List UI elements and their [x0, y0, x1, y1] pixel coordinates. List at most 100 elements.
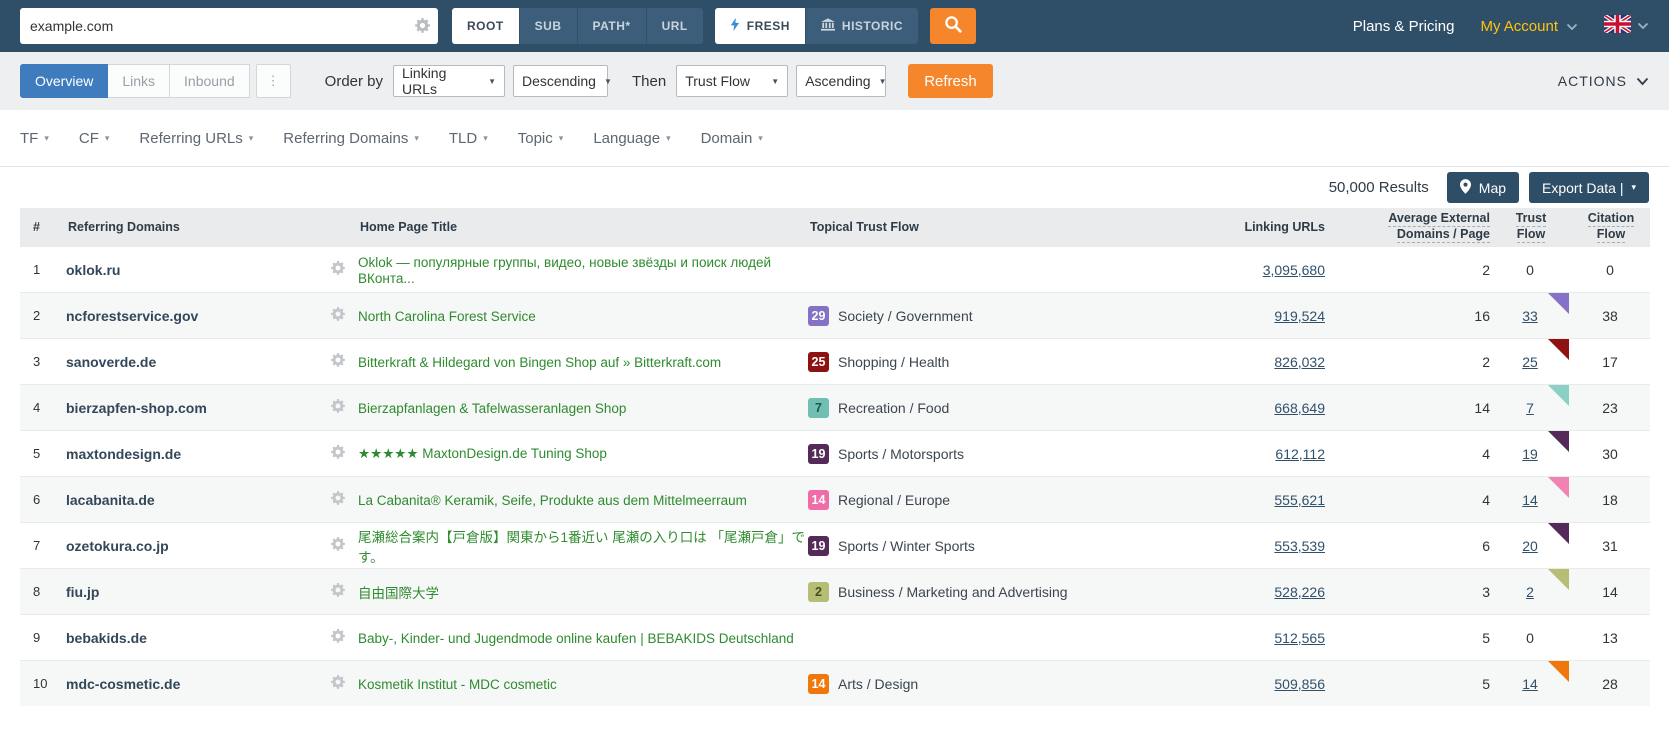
- referring-domain-link[interactable]: lacabanita.de: [66, 492, 155, 508]
- row-settings-gear-icon[interactable]: [318, 445, 358, 462]
- search-settings-icon[interactable]: [415, 18, 430, 38]
- linking-urls-link[interactable]: 826,032: [1274, 354, 1325, 370]
- uk-flag-icon: [1604, 15, 1631, 38]
- root-button[interactable]: ROOT: [452, 8, 519, 44]
- table-row: 1 oklok.ru Oklok — популярные группы, ви…: [20, 246, 1650, 292]
- referring-domain-link[interactable]: oklok.ru: [66, 262, 120, 278]
- row-settings-gear-icon[interactable]: [318, 307, 358, 324]
- my-account-link[interactable]: My Account: [1480, 18, 1578, 35]
- trust-flow-value[interactable]: 14: [1522, 676, 1538, 692]
- home-page-title-link[interactable]: Kosmetik Institut - MDC cosmetic: [358, 677, 557, 692]
- filter-topic[interactable]: Topic▾: [518, 130, 564, 147]
- search-button[interactable]: [930, 8, 976, 44]
- table-body: 1 oklok.ru Oklok — популярные группы, ви…: [20, 246, 1650, 706]
- refresh-button[interactable]: Refresh: [908, 64, 993, 98]
- referring-domain-link[interactable]: sanoverde.de: [66, 354, 156, 370]
- row-index: 3: [20, 354, 66, 369]
- order-direction-select[interactable]: Descending ▼: [513, 65, 608, 97]
- tabs-more-button[interactable]: ⋮: [256, 64, 291, 98]
- then-field-select[interactable]: Trust Flow ▼: [676, 65, 788, 97]
- referring-domain-link[interactable]: bierzapfen-shop.com: [66, 400, 207, 416]
- export-data-button[interactable]: Export Data | ▾: [1529, 172, 1649, 203]
- header-home-page-title: Home Page Title: [358, 220, 808, 234]
- linking-urls-link[interactable]: 3,095,680: [1263, 262, 1325, 278]
- trust-flow-value[interactable]: 20: [1522, 538, 1538, 554]
- linking-urls-link[interactable]: 612,112: [1275, 446, 1325, 462]
- path-button[interactable]: PATH*: [577, 8, 646, 44]
- trust-flow-value[interactable]: 33: [1522, 308, 1538, 324]
- filter-tf[interactable]: TF▾: [20, 130, 49, 147]
- filter-cf[interactable]: CF▾: [79, 130, 110, 147]
- trust-flow-value[interactable]: 7: [1526, 400, 1534, 416]
- tab-overview[interactable]: Overview: [20, 64, 108, 98]
- header-line: Flow: [1517, 227, 1545, 243]
- search-box: [20, 8, 438, 44]
- filter-referring-urls[interactable]: Referring URLs▾: [139, 130, 253, 147]
- avg-external-value: 3: [1325, 584, 1490, 600]
- linking-urls-link[interactable]: 553,539: [1274, 538, 1325, 554]
- trust-flow-value[interactable]: 14: [1522, 492, 1538, 508]
- referring-domain-link[interactable]: maxtondesign.de: [66, 446, 181, 462]
- home-page-title-link[interactable]: Bierzapfanlagen & Tafelwasseranlagen Sho…: [358, 401, 626, 416]
- tab-links[interactable]: Links: [108, 64, 170, 98]
- home-page-title-link[interactable]: ★★★★★ MaxtonDesign.de Tuning Shop: [358, 446, 607, 461]
- home-page-title-link[interactable]: La Cabanita® Keramik, Seife, Produkte au…: [358, 493, 747, 508]
- home-page-title-link[interactable]: Oklok — популярные группы, видео, новые …: [358, 255, 771, 286]
- home-page-title-link[interactable]: Bitterkraft & Hildegard von Bingen Shop …: [358, 355, 721, 370]
- row-settings-gear-icon[interactable]: [318, 491, 358, 508]
- trust-flow-value[interactable]: 2: [1526, 584, 1534, 600]
- filter-language[interactable]: Language▾: [593, 130, 670, 147]
- home-page-title-link[interactable]: 自由国際大学: [358, 586, 439, 601]
- filter-referring-domains[interactable]: Referring Domains▾: [283, 130, 419, 147]
- then-direction-select[interactable]: Ascending ▼: [796, 65, 886, 97]
- row-settings-gear-icon[interactable]: [318, 583, 358, 600]
- referring-domain-link[interactable]: fiu.jp: [66, 584, 99, 600]
- select-arrow-icon: ▼: [771, 77, 779, 86]
- referring-domain-link[interactable]: mdc-cosmetic.de: [66, 676, 180, 692]
- referring-domain-link[interactable]: bebakids.de: [66, 630, 147, 646]
- trust-flow-value[interactable]: 25: [1522, 354, 1538, 370]
- order-field-select[interactable]: Linking URLs ▼: [393, 65, 505, 97]
- header-line: Trust: [1516, 211, 1547, 227]
- home-page-title-link[interactable]: 尾瀬総合案内【戸倉版】関東から1番近い 尾瀬の入り口は 「尾瀬戸倉」です。: [358, 530, 805, 565]
- row-index: 7: [20, 538, 66, 553]
- trust-flow-value[interactable]: 0: [1526, 630, 1534, 646]
- row-settings-gear-icon[interactable]: [318, 629, 358, 646]
- referring-domain-link[interactable]: ncforestservice.gov: [66, 308, 198, 324]
- linking-urls-link[interactable]: 528,226: [1274, 584, 1325, 600]
- home-page-title-link[interactable]: Baby-, Kinder- und Jugendmode online kau…: [358, 631, 794, 646]
- filter-tld[interactable]: TLD▾: [449, 130, 488, 147]
- row-settings-gear-icon[interactable]: [318, 399, 358, 416]
- topic-label: Sports / Motorsports: [838, 446, 964, 462]
- url-button[interactable]: URL: [646, 8, 703, 44]
- header-line: Average External: [1388, 211, 1490, 227]
- sub-button[interactable]: SUB: [519, 8, 577, 44]
- then-field-value: Trust Flow: [685, 73, 750, 89]
- linking-urls-link[interactable]: 509,856: [1274, 676, 1325, 692]
- historic-button[interactable]: HISTORIC: [805, 8, 918, 44]
- referring-domain-link[interactable]: ozetokura.co.jp: [66, 538, 169, 554]
- row-settings-gear-icon[interactable]: [318, 675, 358, 692]
- fresh-button[interactable]: FRESH: [715, 8, 805, 44]
- topic-score-badge: 14: [808, 674, 829, 694]
- header-trust-flow: Trust Flow: [1490, 211, 1570, 242]
- table-row: 2 ncforestservice.gov North Carolina For…: [20, 292, 1650, 338]
- row-settings-gear-icon[interactable]: [318, 537, 358, 554]
- trust-flow-value[interactable]: 19: [1522, 446, 1538, 462]
- linking-urls-link[interactable]: 555,621: [1274, 492, 1325, 508]
- map-button[interactable]: Map: [1447, 172, 1519, 203]
- filter-domain[interactable]: Domain▾: [701, 130, 763, 147]
- language-selector[interactable]: [1604, 15, 1649, 38]
- table-row: 3 sanoverde.de Bitterkraft & Hildegard v…: [20, 338, 1650, 384]
- trust-flow-value[interactable]: 0: [1526, 262, 1534, 278]
- linking-urls-link[interactable]: 919,524: [1274, 308, 1325, 324]
- tab-inbound[interactable]: Inbound: [170, 64, 250, 98]
- actions-menu[interactable]: ACTIONS: [1558, 73, 1649, 89]
- row-settings-gear-icon[interactable]: [318, 353, 358, 370]
- home-page-title-link[interactable]: North Carolina Forest Service: [358, 309, 536, 324]
- linking-urls-link[interactable]: 512,565: [1274, 630, 1325, 646]
- plans-pricing-link[interactable]: Plans & Pricing: [1353, 18, 1455, 35]
- row-settings-gear-icon[interactable]: [318, 261, 358, 278]
- search-input[interactable]: [20, 8, 438, 44]
- linking-urls-link[interactable]: 668,649: [1274, 400, 1325, 416]
